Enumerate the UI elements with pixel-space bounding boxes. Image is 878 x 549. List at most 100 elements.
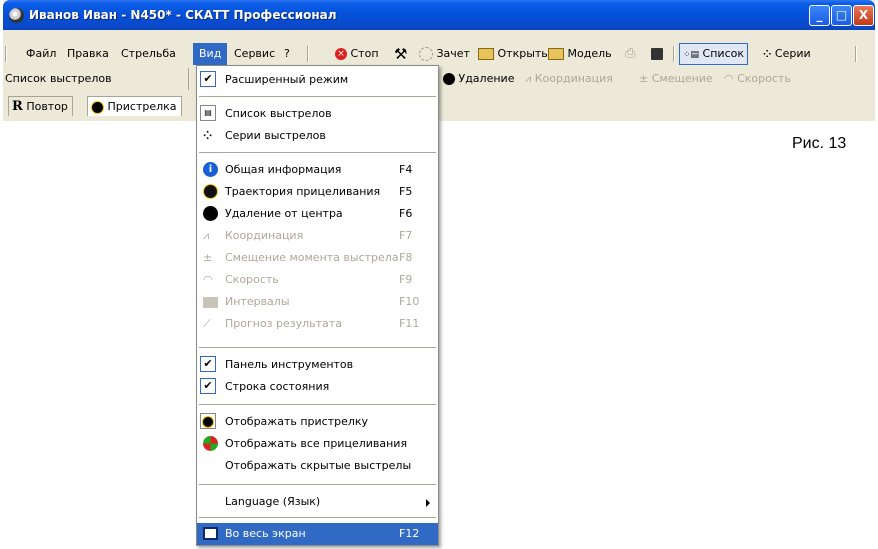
target-icon <box>91 100 104 114</box>
model-button[interactable]: Модель <box>548 43 612 65</box>
menu-file[interactable]: Файл <box>20 43 62 65</box>
menu-item-full-screen[interactable]: Во весь экран F12 <box>197 523 438 545</box>
menu-divider <box>199 517 436 518</box>
trajectory-icon <box>203 184 218 199</box>
list-button[interactable]: ⁘▤ Список <box>679 43 748 65</box>
save-icon[interactable] <box>651 43 663 65</box>
series-icon: ⁘ <box>203 129 213 142</box>
credit-icon <box>419 47 433 61</box>
menu-item-show-hidden-shots[interactable]: Отображать скрытые выстрелы <box>197 455 438 477</box>
model-folder-icon <box>548 48 564 60</box>
forecast-chart-icon: ⟋ <box>203 317 211 330</box>
menu-item-shot-series[interactable]: ⁘ Серии выстрелов <box>197 125 438 147</box>
menu-item-coordination[interactable]: ⩘ Координация F7 <box>197 225 438 247</box>
speed-gauge-icon: ◠ <box>203 273 213 286</box>
tab-repeat-label: Повтор <box>26 100 68 113</box>
menu-item-language[interactable]: Language (Язык) <box>197 491 438 513</box>
distance-button[interactable]: Удаление <box>443 68 514 90</box>
crosshair-icon <box>203 206 218 221</box>
coordination-label: Координация <box>534 72 613 85</box>
menu-help[interactable]: ? <box>278 43 296 65</box>
panel-header-row: Список выстрелов Удаление ⩘ Координация … <box>3 68 875 90</box>
credit-button[interactable]: Зачет <box>419 43 470 65</box>
model-label: Модель <box>567 47 612 60</box>
menu-divider <box>199 404 436 405</box>
separator <box>855 46 857 62</box>
window-title: Иванов Иван - N450* - СКАТТ Профессионал <box>29 8 337 22</box>
menu-item-forecast[interactable]: ⟋ Прогноз результата F11 <box>197 313 438 335</box>
speed-button[interactable]: ◠ Скорость <box>724 68 791 90</box>
info-icon: i <box>203 162 218 177</box>
menu-item-show-sighting[interactable]: Отображать пристрелку <box>197 411 438 433</box>
plus-minus-icon: ± <box>203 251 213 264</box>
open-folder-icon <box>478 48 494 60</box>
menu-edit[interactable]: Правка <box>61 43 115 65</box>
figure-caption: Рис. 13 <box>792 135 847 152</box>
menu-divider <box>199 152 436 153</box>
close-button[interactable]: X <box>853 5 874 26</box>
separator <box>307 46 309 62</box>
app-window: Иванов Иван - N450* - СКАТТ Профессионал… <box>3 0 875 121</box>
shot-list-panel-header: Список выстрелов <box>3 68 189 90</box>
menu-divider <box>199 96 436 97</box>
intervals-icon <box>203 297 218 308</box>
open-button[interactable]: Открыть <box>478 43 548 65</box>
speed-gauge-icon: ◠ <box>724 72 734 85</box>
open-label: Открыть <box>497 47 548 60</box>
series-icon: ⁘ <box>763 49 772 60</box>
checkmark-icon: ✔ <box>200 356 216 372</box>
series-button[interactable]: ⁘ Серии <box>763 43 811 65</box>
menu-item-speed[interactable]: ◠ Скорость F9 <box>197 269 438 291</box>
menu-item-extended-mode[interactable]: ✔ Расширенный режим <box>197 69 438 91</box>
separator <box>673 46 675 62</box>
tab-sighting-label: Пристрелка <box>107 100 177 113</box>
credit-label: Зачет <box>436 47 470 60</box>
title-bar[interactable]: Иванов Иван - N450* - СКАТТ Профессионал… <box>3 0 875 30</box>
r-icon: R <box>12 99 23 114</box>
menu-shooting[interactable]: Стрельба <box>115 43 182 65</box>
menu-service[interactable]: Сервис <box>228 43 281 65</box>
offset-label: Смещение <box>651 72 713 85</box>
all-aiming-icon <box>203 436 218 451</box>
maximize-button[interactable]: □ <box>831 5 852 26</box>
grip <box>5 46 7 62</box>
minimize-button[interactable]: _ <box>809 5 830 26</box>
menu-item-distance-from-center[interactable]: Удаление от центра F6 <box>197 203 438 225</box>
menu-item-aiming-trajectory[interactable]: Траектория прицеливания F5 <box>197 181 438 203</box>
app-target-icon <box>9 8 24 23</box>
coordination-icon: ⩘ <box>525 72 532 85</box>
view-dropdown-menu: ✔ Расширенный режим ▤ Список выстрелов ⁘… <box>196 65 439 546</box>
stop-label: Стоп <box>350 47 379 60</box>
menu-item-shot-list[interactable]: ▤ Список выстрелов <box>197 103 438 125</box>
stop-icon: × <box>335 48 347 60</box>
menu-view[interactable]: Вид <box>193 43 228 65</box>
distance-label: Удаление <box>458 72 515 85</box>
sighting-target-icon <box>200 413 216 429</box>
tab-repeat[interactable]: R Повтор <box>8 96 73 116</box>
menu-item-intervals[interactable]: Интервалы F10 <box>197 291 438 313</box>
menu-item-shot-offset[interactable]: ± Смещение момента выстрела F8 <box>197 247 438 269</box>
speed-label: Скорость <box>737 72 791 85</box>
menu-item-general-info[interactable]: i Общая информация F4 <box>197 159 438 181</box>
list-icon: ⁘▤ <box>683 50 700 60</box>
tab-sighting[interactable]: Пристрелка <box>87 96 182 116</box>
print-icon[interactable]: ⎙ <box>625 43 635 65</box>
menu-item-status-bar[interactable]: ✔ Строка состояния <box>197 376 438 398</box>
list-icon: ▤ <box>200 105 216 121</box>
tools-icon[interactable]: ⚒ <box>394 43 407 65</box>
submenu-arrow-icon <box>426 499 430 507</box>
list-label: Список <box>702 47 744 60</box>
menu-divider <box>199 347 436 348</box>
menu-item-toolbar[interactable]: ✔ Панель инструментов <box>197 354 438 376</box>
series-label: Серии <box>774 47 811 60</box>
menu-item-show-all-aiming[interactable]: Отображать все прицеливания <box>197 433 438 455</box>
full-screen-icon <box>203 527 218 540</box>
checkmark-icon: ✔ <box>200 378 216 394</box>
menu-bar: Файл Правка Стрельба Вид Сервис ? × Стоп… <box>3 43 875 65</box>
coordination-button[interactable]: ⩘ Координация <box>525 68 613 90</box>
stop-button[interactable]: × Стоп <box>335 43 379 65</box>
offset-button[interactable]: ± Смещение <box>639 68 713 90</box>
checkmark-icon: ✔ <box>200 71 216 87</box>
crosshair-icon <box>443 73 455 85</box>
panel-title: Список выстрелов <box>5 72 112 85</box>
